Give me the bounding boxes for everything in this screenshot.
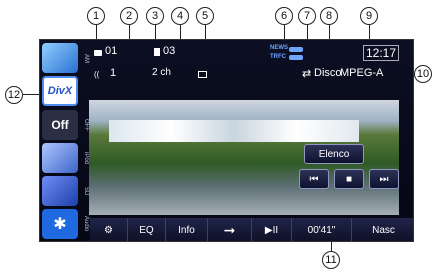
info-label: Info: [178, 225, 195, 236]
callout-12: 12: [5, 86, 23, 104]
audio-format: MPEG-A: [340, 67, 384, 79]
previous-button[interactable]: ⏮: [299, 169, 329, 189]
source-divx-button[interactable]: DivX: [42, 76, 78, 106]
eq-label: EQ: [139, 225, 154, 236]
elapsed-time-value: 00'41": [307, 225, 336, 236]
stop-icon: ■: [345, 173, 353, 185]
eq-button[interactable]: EQ: [128, 218, 166, 241]
source-bluetooth-button[interactable]: ✱: [42, 209, 78, 239]
repeat-mode: Disco: [314, 67, 342, 79]
callout-11: 11: [322, 251, 340, 269]
repeat-icon: ⇄: [302, 68, 312, 80]
divx-logo: DivX: [47, 85, 73, 97]
source-off-button[interactable]: Off: [42, 110, 78, 140]
source-ipod-label: iPod: [83, 151, 89, 164]
bluetooth-icon: ✱: [53, 216, 67, 233]
clock: 12:17: [363, 45, 400, 61]
news-icon: [289, 47, 303, 52]
right-arrow-icon: ➞: [223, 222, 236, 238]
news-label: NEWS: [270, 45, 288, 51]
audio-track-number: 1: [110, 67, 117, 79]
audio-track-icon: ((: [94, 70, 100, 79]
video-playback-area[interactable]: Elenco ⏮ ■ ⏭: [89, 100, 399, 215]
av-screen: AM DivX Off OFF iPod SD ✱ Audio 01 03 NE…: [39, 39, 414, 242]
previous-icon: ⏮: [309, 173, 319, 185]
settings-button[interactable]: ⚙: [90, 218, 128, 241]
next-icon: ⏭: [379, 173, 389, 185]
play-pause-button[interactable]: ▶II: [252, 218, 292, 241]
source-am-button[interactable]: [42, 43, 78, 73]
stop-button[interactable]: ■: [334, 169, 364, 189]
source-off-label: OFF: [83, 119, 89, 131]
hide-button[interactable]: Nasc: [352, 218, 413, 241]
folder-number: 01: [105, 45, 118, 57]
source-sidebar: AM DivX Off OFF iPod SD ✱ Audio: [40, 40, 90, 241]
callout-2: 2: [120, 7, 138, 25]
callout-5: 5: [196, 7, 214, 25]
hide-label: Nasc: [372, 225, 395, 236]
callout-8: 8: [320, 7, 338, 25]
elapsed-time: 00'41": [292, 218, 352, 241]
bottom-toolbar: ⚙ EQ Info ➞ ▶II 00'41" Nasc: [90, 218, 413, 241]
folder-icon: [94, 50, 102, 56]
file-number: 03: [163, 45, 176, 57]
source-am-label: AM: [83, 53, 89, 63]
callout-9: 9: [360, 7, 378, 25]
source-sd-label: SD: [83, 186, 89, 196]
callout-10: 10: [414, 65, 432, 83]
traffic-icon: [289, 55, 303, 60]
info-button[interactable]: Info: [166, 218, 208, 241]
callout-3: 3: [146, 7, 164, 25]
callout-1: 1: [87, 7, 105, 25]
source-audio-label: Audio: [83, 216, 89, 232]
trfc-label: TRFC: [270, 54, 286, 60]
file-icon: [154, 48, 160, 56]
next-button[interactable]: ⏭: [369, 169, 399, 189]
callout-4: 4: [171, 7, 189, 25]
play-pause-icon: ▶II: [264, 225, 279, 236]
waterfall-band: [109, 120, 359, 142]
next-page-button[interactable]: ➞: [208, 218, 252, 241]
audio-channels: 2 ch: [152, 67, 171, 78]
off-text: Off: [51, 118, 69, 132]
gear-icon: ⚙: [104, 225, 113, 236]
callout-6: 6: [275, 7, 293, 25]
subtitle-icon: [198, 71, 207, 78]
source-sd-button[interactable]: [42, 176, 78, 206]
chapter-list-button[interactable]: Elenco: [304, 144, 364, 164]
callout-7: 7: [298, 7, 316, 25]
source-ipod-button[interactable]: [42, 143, 78, 173]
